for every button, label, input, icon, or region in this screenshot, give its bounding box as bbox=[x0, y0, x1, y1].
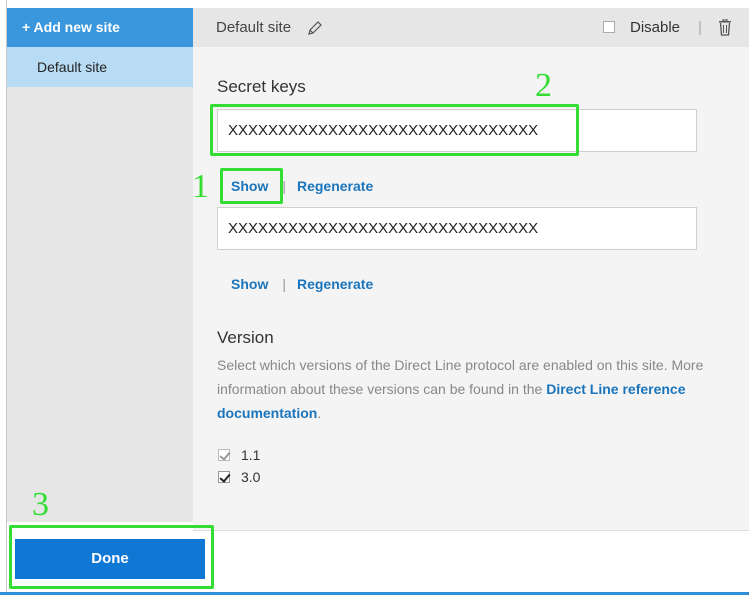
annotation-highlight-done-button bbox=[9, 525, 214, 589]
version-3-0-label: 3.0 bbox=[241, 469, 261, 485]
footer-divider bbox=[193, 530, 749, 531]
site-name-title: Default site bbox=[216, 19, 292, 36]
show-key-2-link[interactable]: Show bbox=[231, 276, 268, 292]
annotation-number-2: 2 bbox=[535, 67, 552, 104]
version-option-1-1: 1.1 bbox=[218, 447, 260, 463]
disable-checkbox[interactable] bbox=[603, 21, 615, 33]
pencil-icon[interactable] bbox=[307, 20, 323, 36]
annotation-number-1: 1 bbox=[192, 168, 209, 205]
secret-key-2-actions: Show | Regenerate bbox=[231, 276, 373, 292]
sidebar-item-default-site[interactable]: Default site bbox=[7, 47, 193, 87]
version-3-0-checkbox[interactable] bbox=[218, 471, 230, 483]
secret-keys-title: Secret keys bbox=[217, 77, 306, 96]
version-1-1-label: 1.1 bbox=[241, 447, 261, 463]
version-description: Select which versions of the Direct Line… bbox=[217, 353, 717, 425]
link-separator: | bbox=[282, 276, 286, 292]
sidebar: + Add new site Default site bbox=[7, 8, 193, 522]
secret-key-2-field[interactable]: XXXXXXXXXXXXXXXXXXXXXXXXXXXXXXX bbox=[217, 207, 697, 250]
trash-icon[interactable] bbox=[718, 19, 732, 36]
window-left-edge bbox=[0, 0, 7, 595]
version-1-1-checkbox bbox=[218, 449, 230, 461]
version-title: Version bbox=[217, 328, 274, 347]
annotation-highlight-show-link bbox=[220, 168, 283, 204]
site-header: Default site Disable | bbox=[193, 8, 749, 47]
annotation-number-3: 3 bbox=[32, 486, 49, 523]
version-option-3-0: 3.0 bbox=[218, 469, 260, 485]
annotation-highlight-secret-key bbox=[210, 104, 579, 156]
disable-label: Disable bbox=[630, 19, 681, 36]
header-separator: | bbox=[698, 19, 702, 36]
regenerate-key-1-link[interactable]: Regenerate bbox=[297, 178, 373, 194]
regenerate-key-2-link[interactable]: Regenerate bbox=[297, 276, 373, 292]
version-description-suffix: . bbox=[317, 405, 322, 421]
add-new-site-button[interactable]: + Add new site bbox=[7, 8, 193, 47]
